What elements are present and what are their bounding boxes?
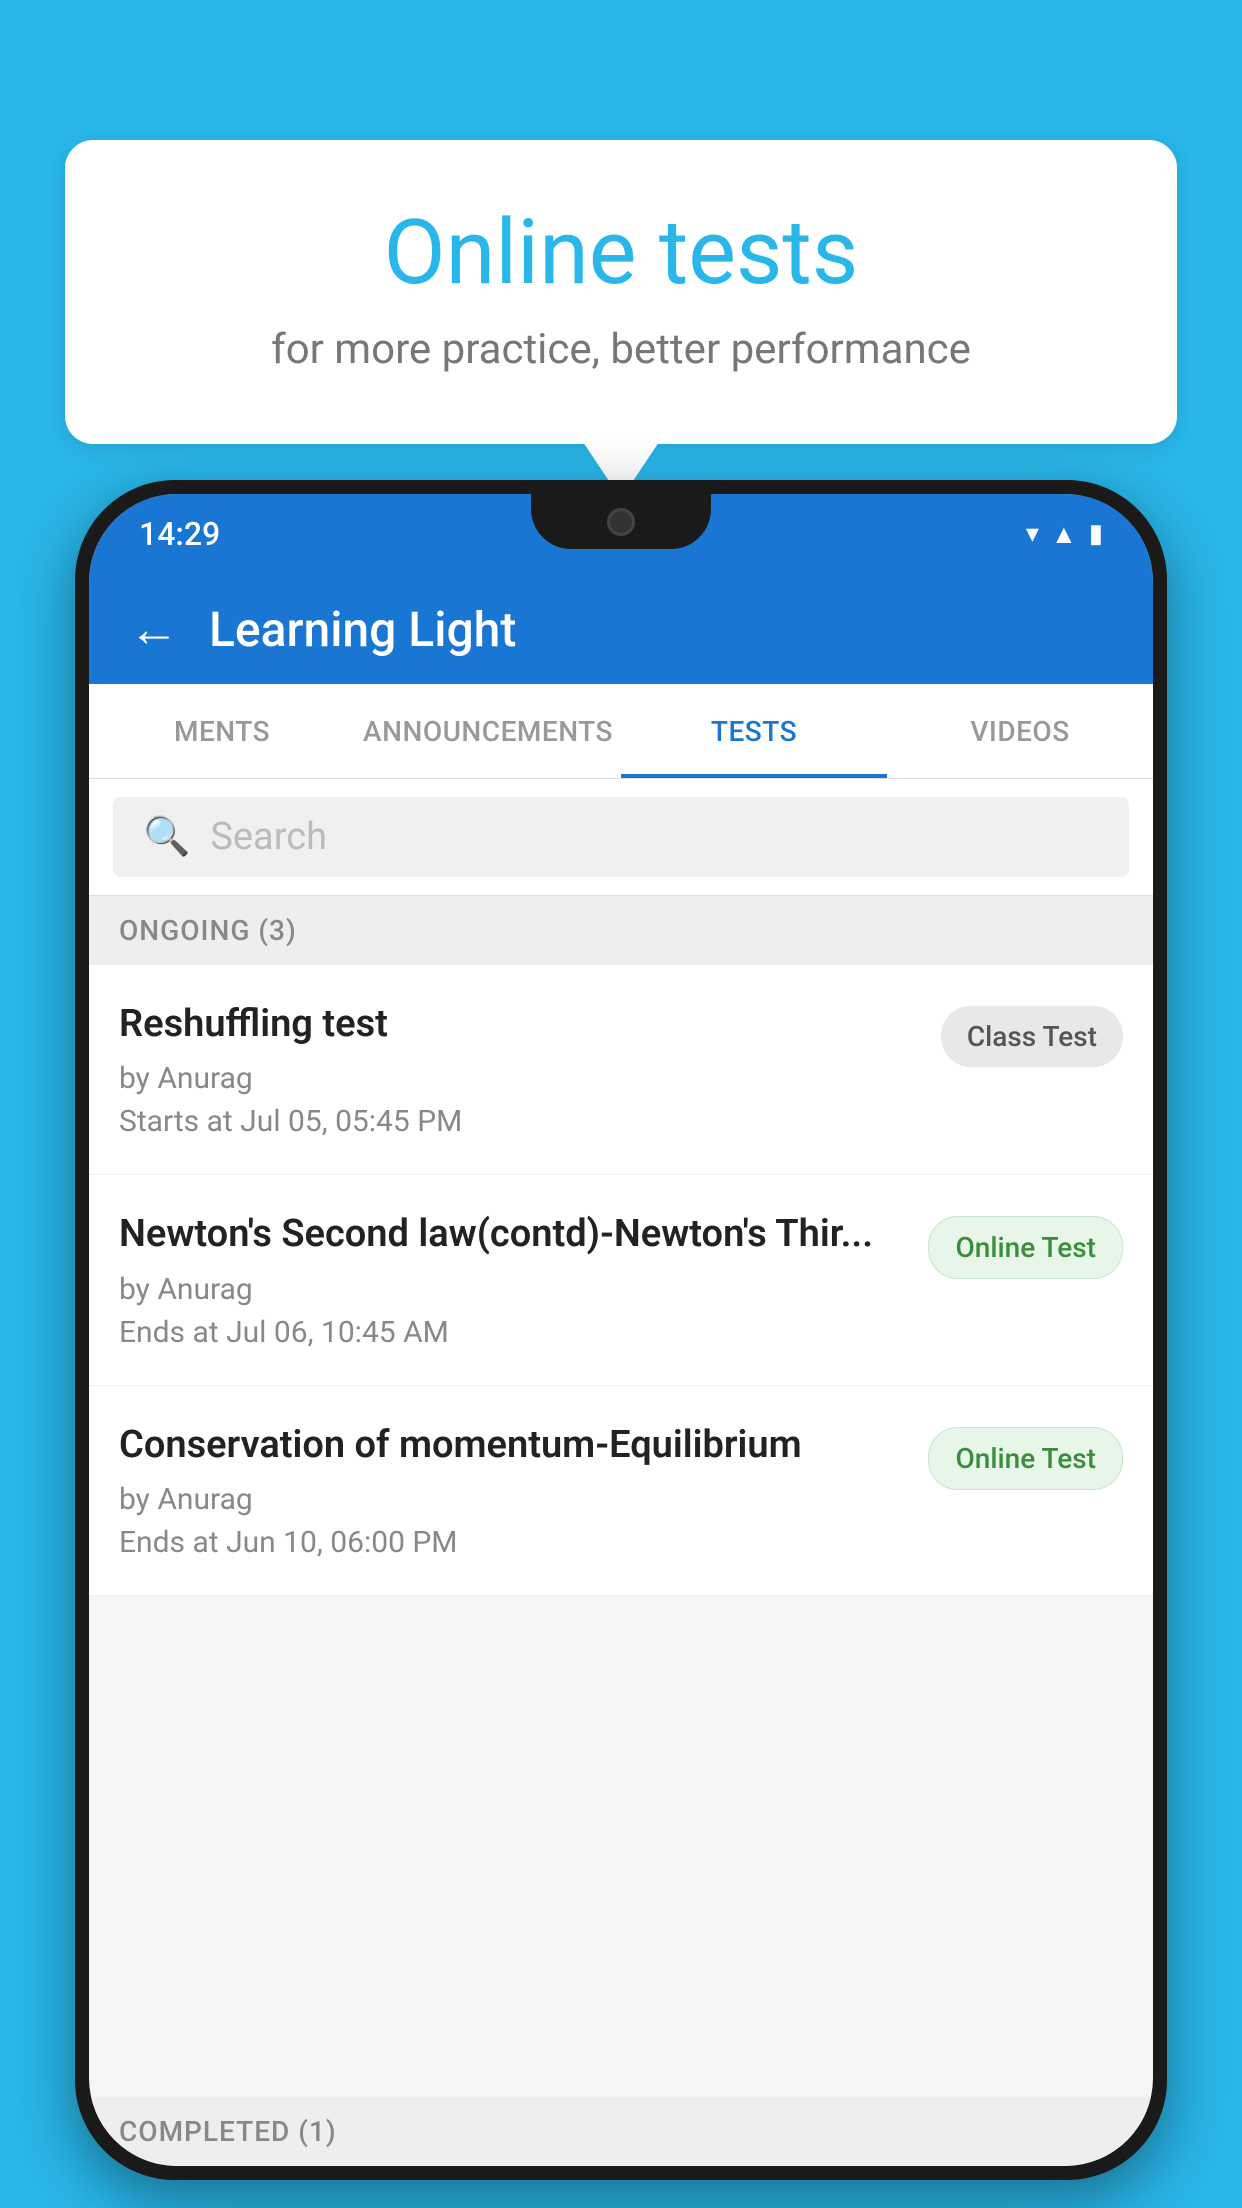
phone-screen: 14:29 ▾ ▲ ▮ ← Learning Light MENTS bbox=[89, 494, 1153, 2166]
status-icons: ▾ ▲ ▮ bbox=[1026, 519, 1103, 550]
test-info-3: Conservation of momentum-Equilibrium by … bbox=[119, 1421, 908, 1560]
back-button[interactable]: ← bbox=[129, 600, 179, 659]
phone-container: 14:29 ▾ ▲ ▮ ← Learning Light MENTS bbox=[75, 480, 1167, 2208]
speech-bubble: Online tests for more practice, better p… bbox=[65, 140, 1177, 444]
app-title: Learning Light bbox=[209, 601, 516, 658]
completed-section-header: COMPLETED (1) bbox=[89, 2097, 1153, 2166]
tab-announcements[interactable]: ANNOUNCEMENTS bbox=[355, 684, 621, 778]
test-author-2: by Anurag bbox=[119, 1272, 908, 1307]
test-time-2: Ends at Jul 06, 10:45 AM bbox=[119, 1315, 908, 1350]
test-info-2: Newton's Second law(contd)-Newton's Thir… bbox=[119, 1210, 908, 1349]
test-info-1: Reshuffling test by Anurag Starts at Jul… bbox=[119, 1000, 921, 1139]
search-box[interactable]: 🔍 Search bbox=[113, 797, 1129, 877]
test-name-1: Reshuffling test bbox=[119, 1000, 921, 1049]
ongoing-section-header: ONGOING (3) bbox=[89, 896, 1153, 965]
signal-icon: ▲ bbox=[1051, 519, 1077, 550]
test-badge-3: Online Test bbox=[928, 1427, 1123, 1490]
test-name-2: Newton's Second law(contd)-Newton's Thir… bbox=[119, 1210, 908, 1259]
notch bbox=[531, 494, 711, 549]
tab-ments[interactable]: MENTS bbox=[89, 684, 355, 778]
test-author-3: by Anurag bbox=[119, 1482, 908, 1517]
app-bar: ← Learning Light bbox=[89, 574, 1153, 684]
test-item-2[interactable]: Newton's Second law(contd)-Newton's Thir… bbox=[89, 1175, 1153, 1385]
bubble-subtitle: for more practice, better performance bbox=[145, 325, 1097, 374]
test-item-3[interactable]: Conservation of momentum-Equilibrium by … bbox=[89, 1386, 1153, 1596]
test-name-3: Conservation of momentum-Equilibrium bbox=[119, 1421, 908, 1470]
status-time: 14:29 bbox=[139, 515, 220, 553]
bubble-title: Online tests bbox=[145, 200, 1097, 305]
test-item-1[interactable]: Reshuffling test by Anurag Starts at Jul… bbox=[89, 965, 1153, 1175]
phone-frame: 14:29 ▾ ▲ ▮ ← Learning Light MENTS bbox=[75, 480, 1167, 2180]
ongoing-label: ONGOING (3) bbox=[119, 914, 297, 947]
test-badge-2: Online Test bbox=[928, 1216, 1123, 1279]
completed-label: COMPLETED (1) bbox=[119, 2115, 337, 2148]
test-time-3: Ends at Jun 10, 06:00 PM bbox=[119, 1525, 908, 1560]
status-bar: 14:29 ▾ ▲ ▮ bbox=[89, 494, 1153, 574]
battery-icon: ▮ bbox=[1089, 519, 1103, 549]
camera bbox=[607, 508, 635, 536]
search-icon: 🔍 bbox=[143, 815, 190, 859]
tabs-bar: MENTS ANNOUNCEMENTS TESTS VIDEOS bbox=[89, 684, 1153, 779]
test-author-1: by Anurag bbox=[119, 1061, 921, 1096]
test-time-1: Starts at Jul 05, 05:45 PM bbox=[119, 1104, 921, 1139]
search-container: 🔍 Search bbox=[89, 779, 1153, 896]
wifi-icon: ▾ bbox=[1026, 519, 1039, 549]
tests-list: Reshuffling test by Anurag Starts at Jul… bbox=[89, 965, 1153, 1596]
speech-bubble-container: Online tests for more practice, better p… bbox=[65, 140, 1177, 444]
tab-videos[interactable]: VIDEOS bbox=[887, 684, 1153, 778]
search-placeholder: Search bbox=[210, 815, 327, 859]
test-badge-1: Class Test bbox=[941, 1006, 1123, 1067]
tab-tests[interactable]: TESTS bbox=[621, 684, 887, 778]
